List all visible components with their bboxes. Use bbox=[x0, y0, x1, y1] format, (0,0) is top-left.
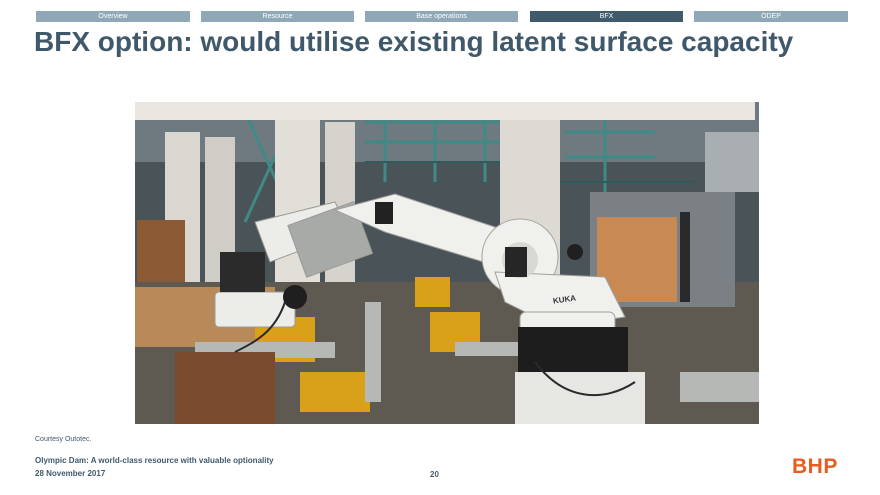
photo-credit: Courtesy Outotec. bbox=[35, 436, 92, 443]
tab-resource[interactable]: Resource bbox=[201, 11, 354, 22]
section-nav: Overview Resource Base operations BFX OD… bbox=[36, 11, 848, 22]
page-number: 20 bbox=[430, 470, 439, 479]
industrial-robot-image: KUKA bbox=[135, 102, 759, 424]
tab-odep[interactable]: ODEP bbox=[694, 11, 848, 22]
slide-title: BFX option: would utilise existing laten… bbox=[34, 26, 794, 57]
footer-date: 28 November 2017 bbox=[35, 469, 106, 478]
tab-bfx[interactable]: BFX bbox=[530, 11, 683, 22]
tab-base-operations[interactable]: Base operations bbox=[365, 11, 518, 22]
bhp-logo: BHP bbox=[792, 455, 838, 478]
footer-presentation-title: Olympic Dam: A world-class resource with… bbox=[35, 456, 274, 465]
robot-photo: KUKA bbox=[135, 102, 759, 424]
tab-overview[interactable]: Overview bbox=[36, 11, 190, 22]
